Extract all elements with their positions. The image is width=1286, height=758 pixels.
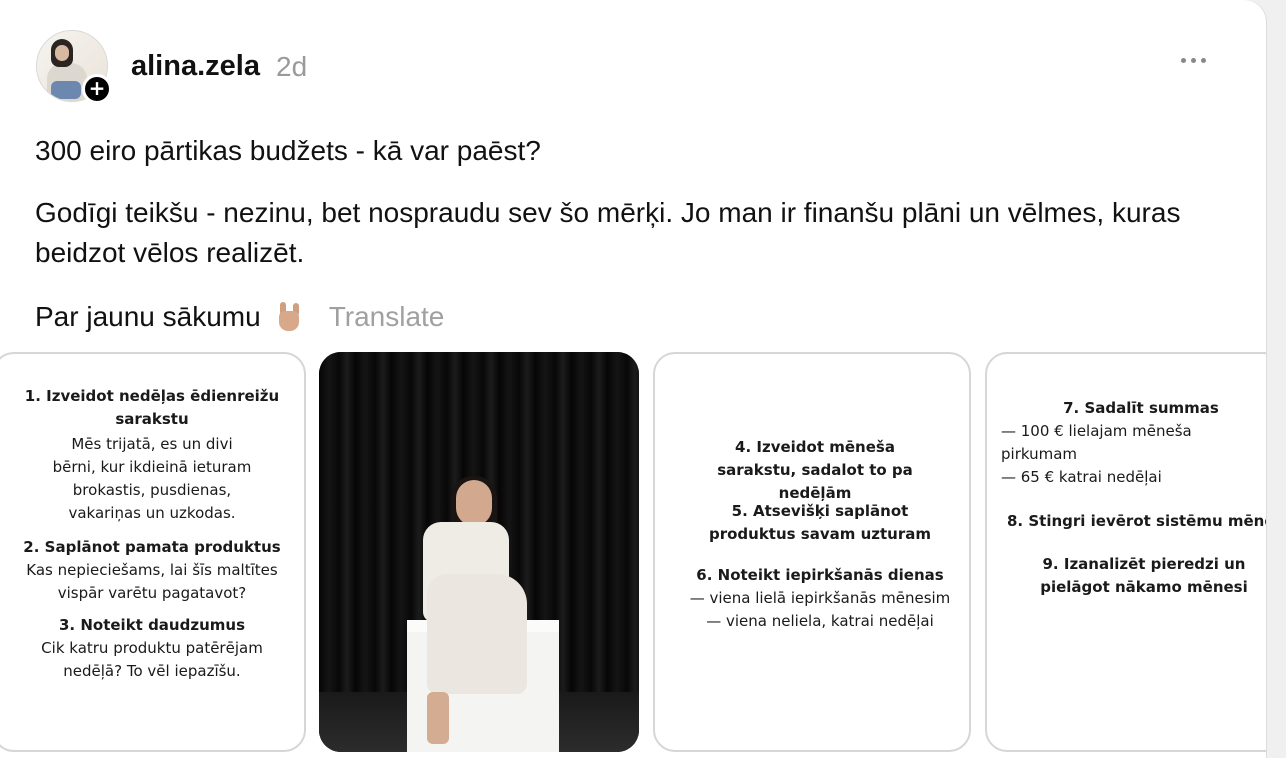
card1-heading-2: 2. Saplānot pamata produktus [23,538,281,556]
card1-section-2: 2. Saplānot pamata produktus Kas nepieci… [12,536,292,605]
timestamp[interactable]: 2d [276,51,307,83]
card1-heading-3: 3. Noteikt daudzumus [59,616,245,634]
card3-section-4: 4. Izveidot mēneša sarakstu, sadalot to … [695,436,935,505]
card3-heading-5: 5. Atsevišķi saplānot produktus savam uz… [708,502,932,543]
card4-section-8: 8. Stingri ievērot sistēmu mēnesi [1007,510,1266,533]
card3-heading-4: 4. Izveidot mēneša sarakstu, sadalot to … [717,438,913,502]
card1-section-1: 1. Izveidot nedēļas ēdienreižu sarakstu … [22,385,282,525]
white-trousers [427,574,527,694]
post-tagline: Par jaunu sākumu [35,301,261,332]
translate-link[interactable]: Translate [329,297,445,337]
bare-feet [427,692,449,744]
card4-heading-8: 8. Stingri ievērot sistēmu mēnesi [1007,512,1266,530]
follow-plus-icon[interactable]: + [82,74,112,104]
carousel-card-3[interactable]: 4. Izveidot mēneša sarakstu, sadalot to … [653,352,971,752]
card3-section-5: 5. Atsevišķi saplānot produktus savam uz… [695,500,945,546]
thread-post: + alina.zela 2d 300 eiro pārtikas budžet… [0,0,1266,758]
post-tagline-row: Par jaunu sākumu Translate [35,297,444,337]
card1-text-3: Cik katru produktu patērējam nedēļā? To … [41,639,263,680]
carousel-card-photo[interactable] [319,352,639,752]
card4-section-7: 7. Sadalīt summas — 100 € lielajam mēneš… [1001,397,1266,489]
card3-text-6a: — viena lielā iepirkšanās mēnesim [689,589,951,607]
more-options-icon[interactable] [1181,50,1215,70]
card3-text-6b: — viena neliela, katrai nedēļai [706,612,934,630]
card4-text-7a: — 100 € lielajam mēneša pirkumam [1001,422,1192,463]
card4-text-7b: — 65 € katrai nedēļai [1001,468,1162,486]
card4-heading-7: 7. Sadalīt summas [1063,399,1219,417]
card4-section-9: 9. Izanalizēt pieredzi un pielāgot nākam… [1007,553,1266,599]
rock-hand-emoji-icon [275,301,305,333]
card1-text-1: Mēs trijatā, es un divi bērni, kur ikdie… [52,435,252,522]
card1-text-2: Kas nepieciešams, lai šīs maltītes vispā… [26,561,278,602]
card1-section-3: 3. Noteikt daudzumus Cik katru produktu … [32,614,272,683]
post-body: Godīgi teikšu - nezinu, bet nospraudu se… [35,197,1181,268]
card4-heading-9: 9. Izanalizēt pieredzi un pielāgot nākam… [1040,555,1248,596]
carousel-card-1[interactable]: 1. Izveidot nedēļas ēdienreižu sarakstu … [0,352,306,752]
post-header: + alina.zela 2d [36,30,1236,104]
carousel-card-4[interactable]: 7. Sadalīt summas — 100 € lielajam mēneš… [985,352,1266,752]
card1-heading-1: 1. Izveidot nedēļas ēdienreižu sarakstu [24,387,280,428]
card3-heading-6: 6. Noteikt iepirkšanās dienas [696,566,944,584]
post-title: 300 eiro pārtikas budžets - kā var paēst… [35,135,541,166]
username[interactable]: alina.zela [131,50,260,83]
woman-face [456,480,492,526]
card3-section-6: 6. Noteikt iepirkšanās dienas — viena li… [675,564,965,633]
